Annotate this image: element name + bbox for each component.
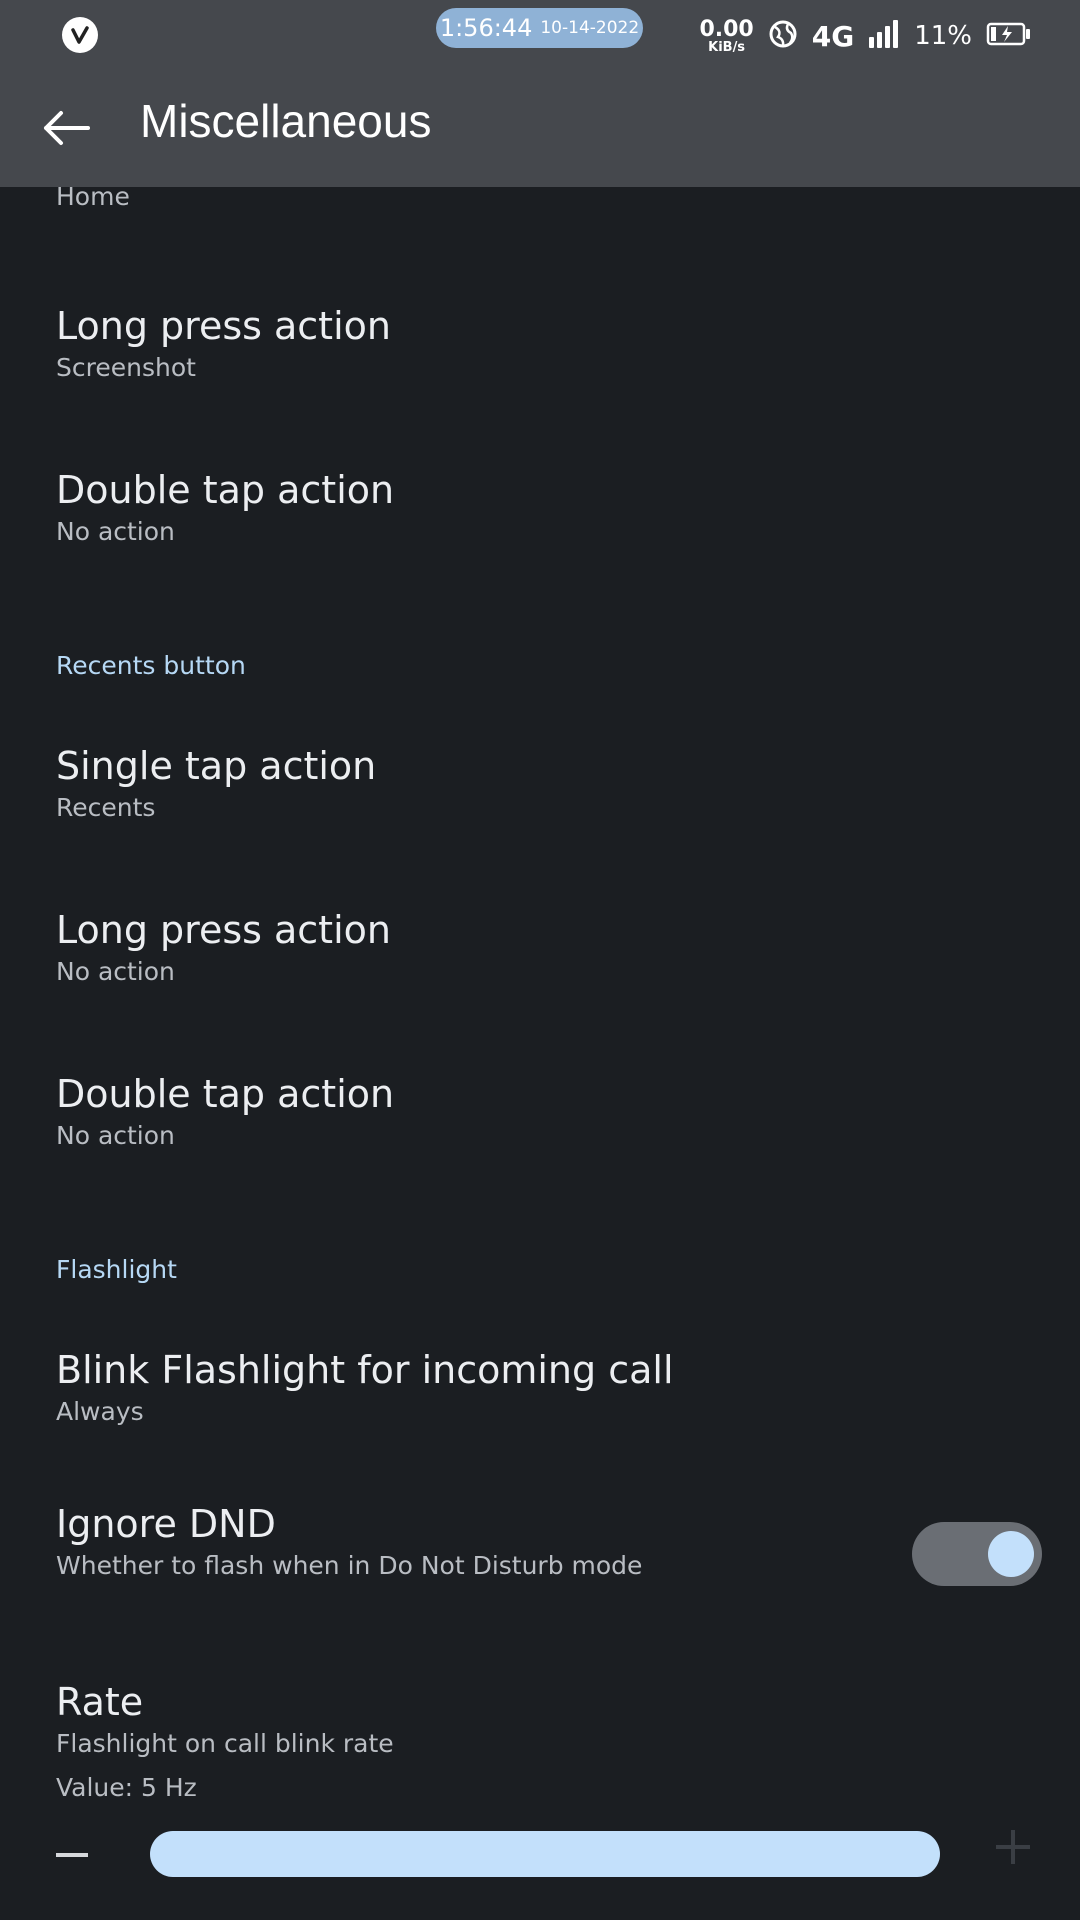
page-title: Miscellaneous	[140, 95, 432, 147]
setting-summary: Flashlight on call blink rate	[56, 1728, 394, 1758]
setting-summary: No action	[56, 516, 175, 546]
setting-summary: No action	[56, 956, 175, 986]
setting-title: Long press action	[56, 304, 391, 348]
toggle-knob	[988, 1531, 1034, 1577]
setting-blink-flashlight[interactable]: Blink Flashlight for incoming call Alway…	[56, 1348, 956, 1428]
network-speed-unit: KiB/s	[708, 39, 746, 55]
app-bar: Miscellaneous	[0, 72, 1080, 187]
setting-title: Double tap action	[56, 1072, 395, 1116]
battery-charging-icon	[986, 21, 1032, 51]
network-type: 4G	[811, 19, 855, 53]
setting-ignore-dnd[interactable]: Ignore DND Whether to flash when in Do N…	[56, 1502, 876, 1582]
slider-track[interactable]	[150, 1831, 940, 1877]
setting-summary: Screenshot	[56, 352, 196, 382]
setting-partial-item[interactable]: Home	[56, 179, 956, 214]
network-speed-value: 0.00	[699, 16, 754, 42]
status-bar: 1:56:44 10-14-2022 0.00 KiB/s 4G 11%	[0, 0, 1080, 72]
setting-summary: Home	[56, 182, 130, 211]
globe-icon	[768, 19, 798, 53]
setting-title: Blink Flashlight for incoming call	[56, 1348, 674, 1392]
setting-rate: Rate Flashlight on call blink rate Value…	[56, 1680, 956, 1805]
status-time: 1:56:44	[439, 14, 533, 42]
setting-title: Long press action	[56, 908, 391, 952]
category-flashlight: Flashlight	[56, 1255, 177, 1284]
app-logo-icon	[62, 17, 98, 53]
setting-summary: Whether to flash when in Do Not Disturb …	[56, 1550, 643, 1580]
setting-home-double-tap[interactable]: Double tap action No action	[56, 468, 956, 548]
back-arrow-icon[interactable]	[36, 98, 96, 158]
rate-slider[interactable]	[0, 1820, 1080, 1890]
setting-summary: Always	[56, 1396, 144, 1426]
setting-title: Double tap action	[56, 468, 395, 512]
setting-title: Rate	[56, 1680, 144, 1724]
category-recents-button: Recents button	[56, 651, 246, 680]
setting-home-long-press[interactable]: Long press action Screenshot	[56, 304, 956, 384]
battery-percent: 11%	[914, 21, 972, 51]
setting-recents-double-tap[interactable]: Double tap action No action	[56, 1072, 956, 1152]
clock-pill: 1:56:44 10-14-2022	[436, 8, 643, 48]
status-indicators: 0.00 KiB/s 4G 11%	[699, 14, 1032, 58]
setting-summary: No action	[56, 1120, 175, 1150]
setting-summary: Recents	[56, 792, 156, 822]
ignore-dnd-toggle[interactable]	[912, 1522, 1042, 1586]
minus-icon[interactable]	[56, 1853, 88, 1857]
status-date: 10-14-2022	[540, 18, 640, 38]
setting-recents-single-tap[interactable]: Single tap action Recents	[56, 744, 956, 824]
signal-icon	[868, 19, 900, 53]
rate-value-label: Value: 5 Hz	[56, 1773, 197, 1803]
setting-title: Single tap action	[56, 744, 377, 788]
plus-icon[interactable]	[996, 1830, 1030, 1864]
network-speed: 0.00 KiB/s	[699, 16, 754, 55]
setting-title: Ignore DND	[56, 1502, 276, 1546]
setting-recents-long-press[interactable]: Long press action No action	[56, 908, 956, 988]
